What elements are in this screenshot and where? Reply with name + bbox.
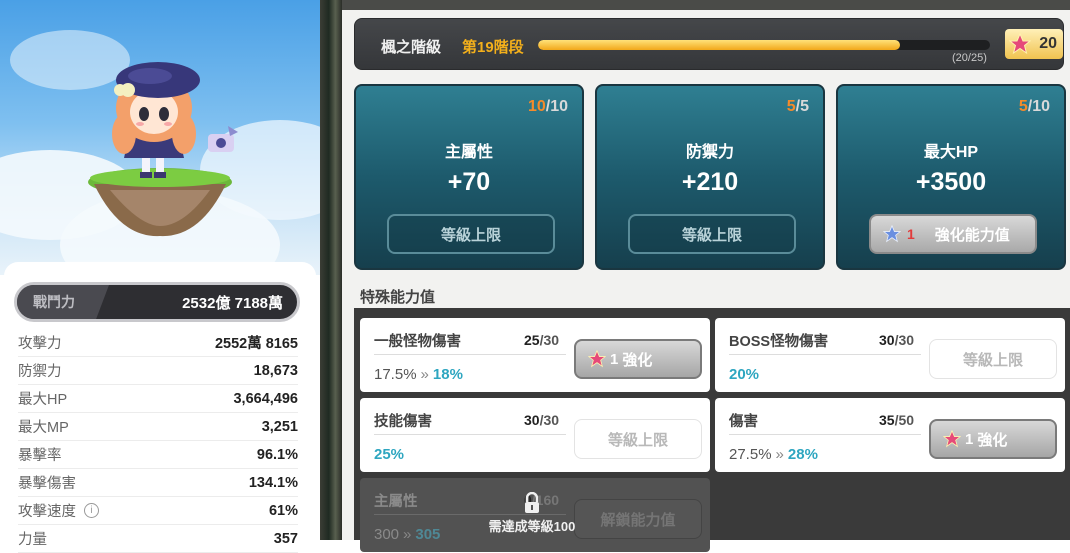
card-value: +210: [681, 168, 739, 196]
star-gem-icon: [943, 430, 961, 448]
special-value: 17.5%» 18%: [374, 366, 463, 383]
star-gem-icon: [588, 350, 606, 368]
character-panel: 戰鬥力 2532億 7188萬 攻擊力 2552萬 8165 防禦力 18,67…: [0, 0, 320, 553]
stat-name-text: 攻擊速度: [18, 504, 76, 520]
card-count: 5/10: [1018, 98, 1050, 115]
cost-value: 1: [907, 226, 915, 242]
stat-row-strength: 力量 357: [18, 525, 298, 553]
card-name: 主屬性: [444, 144, 493, 161]
stat-value: 134.1%: [248, 474, 298, 491]
stat-name: 最大HP: [18, 392, 68, 408]
stat-name: 防禦力: [18, 364, 62, 380]
blue-star-gem-icon: [883, 225, 901, 243]
card-defense: 5/5 防禦力 +210 等級上限: [595, 84, 825, 270]
stat-value: 18,673: [253, 362, 298, 379]
special-skill-damage: 技能傷害 30/30 25% 等級上限: [360, 398, 710, 472]
card-count: 5/5: [786, 98, 809, 115]
lock-overlay: 需達成等級100: [472, 492, 592, 535]
card-name: 防禦力: [685, 144, 734, 161]
star-gem-icon: [1009, 33, 1031, 55]
stat-value: 61%: [268, 502, 298, 519]
special-count: 30/30: [879, 332, 915, 348]
panel-divider: [320, 0, 342, 540]
enhance-stat-button[interactable]: 1 強化能力值: [869, 214, 1037, 254]
special-damage: 傷害 35/50 27.5%» 28% 1 強化: [715, 398, 1065, 472]
enhance-button[interactable]: 1 強化: [574, 339, 702, 379]
special-boss-damage: BOSS怪物傷害 30/30 20% 等級上限: [715, 318, 1065, 392]
special-count: 35/50: [879, 412, 915, 428]
card-value: +3500: [915, 168, 987, 196]
maple-level-bar: 楓之階級 第19階段 (20/25) 20: [354, 18, 1064, 70]
lock-message: 需達成等級100: [488, 519, 576, 534]
stat-name: 最大MP: [18, 420, 69, 436]
stat-value: 3,251: [261, 418, 298, 435]
special-value: 25%: [374, 446, 405, 463]
stat-row-attack: 攻擊力 2552萬 8165: [18, 329, 298, 357]
max-level-button[interactable]: 等級上限: [387, 214, 555, 254]
special-stats-title: 特殊能力值: [360, 289, 436, 306]
card-main-stat: 10/10 主屬性 +70 等級上限: [354, 84, 584, 270]
level-progress-text: (20/25): [952, 52, 987, 64]
level-points-badge[interactable]: 20: [1005, 29, 1063, 59]
level-stage: 第19階段: [462, 39, 524, 56]
card-name: 最大HP: [923, 144, 979, 161]
stat-name: 攻擊速度 i: [18, 500, 99, 521]
special-name: 主屬性: [374, 494, 418, 510]
stat-row-attack-speed: 攻擊速度 i 61%: [18, 497, 298, 525]
card-value: +70: [447, 168, 491, 196]
stat-name: 攻擊力: [18, 336, 62, 352]
top-strip: [342, 0, 1070, 10]
special-normal-monster-damage: 一般怪物傷害 25/30 17.5%» 18% 1 強化: [360, 318, 710, 392]
card-max-hp: 5/10 最大HP +3500 1 強化能力值: [836, 84, 1066, 270]
stat-row-max-hp: 最大HP 3,664,496: [18, 385, 298, 413]
special-count: 30/30: [524, 412, 560, 428]
max-level-button[interactable]: 等級上限: [574, 419, 702, 459]
stat-row-crit-damage: 暴擊傷害 134.1%: [18, 469, 298, 497]
max-level-button[interactable]: 等級上限: [929, 339, 1057, 379]
max-level-button[interactable]: 等級上限: [628, 214, 796, 254]
stat-value: 2552萬 8165: [214, 336, 298, 352]
enhance-button[interactable]: 1 強化: [929, 419, 1057, 459]
special-value: 27.5%» 28%: [729, 446, 818, 463]
enhance-stat-label: 強化能力值: [934, 226, 1010, 244]
level-progress-fill: [538, 40, 900, 50]
combat-power-bar: 戰鬥力 2532億 7188萬: [14, 282, 300, 322]
card-count: 10/10: [527, 98, 568, 115]
special-name: 傷害: [729, 414, 758, 430]
special-name: BOSS怪物傷害: [729, 334, 829, 350]
special-count: 25/30: [524, 332, 560, 348]
cost-value: 1: [965, 430, 974, 448]
lock-icon: [525, 492, 539, 513]
stat-value: 96.1%: [256, 446, 298, 463]
combat-power-value: 2532億 7188萬: [182, 294, 283, 312]
stat-name: 暴擊傷害: [18, 476, 76, 492]
special-value: 20%: [729, 366, 760, 383]
cost-value: 1: [610, 350, 619, 368]
stat-name: 力量: [18, 532, 47, 548]
stat-row-crit-rate: 暴擊率 96.1%: [18, 441, 298, 469]
special-value: 300» 305: [374, 526, 441, 543]
stat-row-defense: 防禦力 18,673: [18, 357, 298, 385]
maple-level-panel: 楓之階級 第19階段 (20/25) 20 10/10 主屬性 +70 等級上限…: [342, 0, 1070, 552]
stat-row-max-mp: 最大MP 3,251: [18, 413, 298, 441]
enhance-label: 強化: [622, 351, 653, 369]
level-title: 楓之階級: [381, 39, 442, 56]
character-background: [0, 0, 320, 275]
unlock-stat-button: 解鎖能力值: [574, 499, 702, 539]
stat-value: 3,664,496: [233, 390, 298, 407]
special-name: 技能傷害: [374, 414, 432, 430]
enhance-label: 強化: [977, 431, 1008, 449]
level-progress-track: [538, 40, 990, 50]
stat-name: 暴擊率: [18, 448, 62, 464]
stat-value: 357: [273, 530, 298, 547]
special-name: 一般怪物傷害: [374, 334, 461, 350]
level-points-value: 20: [1039, 35, 1057, 52]
info-icon[interactable]: i: [84, 503, 99, 518]
character-sprite: [88, 62, 238, 237]
combat-power-label: 戰鬥力: [17, 285, 109, 319]
